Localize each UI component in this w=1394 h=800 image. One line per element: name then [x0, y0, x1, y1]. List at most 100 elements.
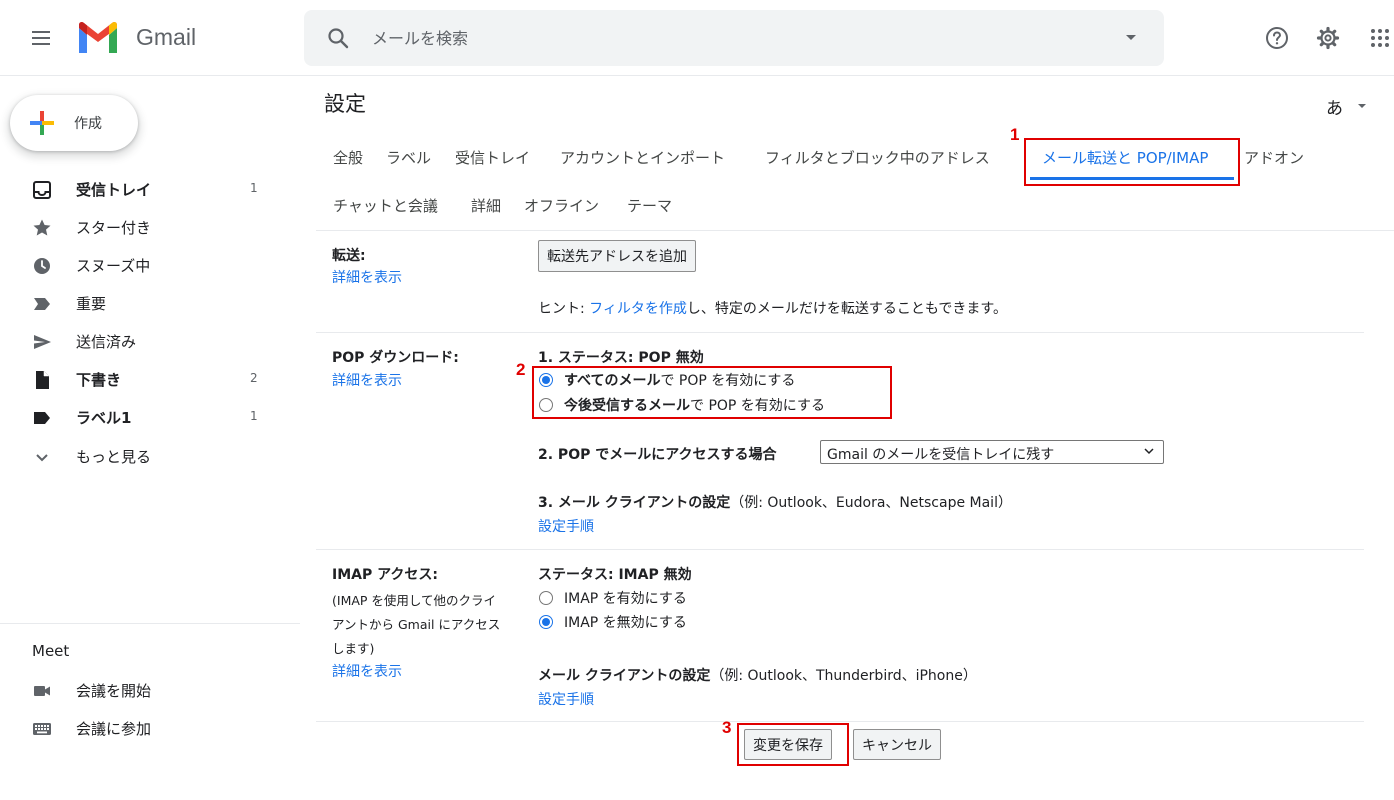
option-text: で POP を有効にする: [690, 398, 825, 414]
search-icon[interactable]: [326, 26, 350, 50]
pop-enable-future-option-label[interactable]: 今後受信するメールで POP を有効にする: [564, 395, 825, 415]
search-input[interactable]: [372, 24, 1092, 52]
sidebar-item-inbox[interactable]: 受信トレイ 1: [0, 173, 290, 205]
pop-access-action-select[interactable]: Gmail のメールを受信トレイに残す: [820, 440, 1164, 464]
tab-labels[interactable]: ラベル: [386, 147, 431, 168]
tab-inbox[interactable]: 受信トレイ: [455, 147, 530, 168]
imap-enable-radio[interactable]: [539, 591, 553, 605]
section-divider: [316, 332, 1364, 333]
sidebar-item-label: スター付き: [76, 219, 152, 237]
hint-suffix: し、特定のメールだけを転送することもできます。: [686, 301, 1007, 317]
sidebar-item-label1[interactable]: ラベル1 1: [0, 401, 290, 433]
imap-enable-option-label[interactable]: IMAP を有効にする: [564, 588, 687, 608]
label-tag-icon: [34, 412, 50, 424]
imap-details-link[interactable]: 詳細を表示: [332, 661, 402, 681]
sidebar-item-label: もっと見る: [76, 448, 152, 466]
pop-access-label: 2. POP でメールにアクセスする場合: [538, 447, 777, 463]
compose-button[interactable]: 作成: [10, 95, 138, 151]
sidebar-item-label: 受信トレイ: [76, 181, 152, 199]
meet-item-start-meeting[interactable]: 会議を開始: [0, 674, 290, 706]
compose-plus-icon: [30, 111, 54, 135]
search-options-caret-icon[interactable]: [1126, 35, 1136, 40]
imap-status: ステータス: IMAP 無効: [538, 567, 692, 583]
sidebar-item-important[interactable]: 重要: [0, 287, 290, 319]
star-icon: [33, 219, 51, 236]
tab-general[interactable]: 全般: [333, 147, 363, 168]
imap-setup-instructions-link[interactable]: 設定手順: [538, 689, 594, 709]
tab-chat-meet[interactable]: チャットと会議: [333, 195, 438, 216]
sidebar-item-more[interactable]: もっと見る: [0, 440, 290, 472]
imap-description-line: します): [332, 641, 375, 656]
cancel-button[interactable]: キャンセル: [853, 729, 941, 760]
imap-description-line: (IMAP を使用して他のクライ: [332, 593, 497, 608]
sidebar-item-label: 重要: [76, 295, 107, 313]
pop-download-label: POP ダウンロード:: [332, 350, 459, 366]
pop-client-settings: 3. メール クライアントの設定（例: Outlook、Eudora、Netsc…: [538, 492, 1012, 512]
search-bar[interactable]: [304, 10, 1164, 66]
option-text: で POP を有効にする: [660, 373, 796, 389]
pop-setup-instructions-link[interactable]: 設定手順: [538, 516, 594, 536]
settings-gear-icon[interactable]: [1316, 26, 1340, 50]
tab-forwarding-pop-imap[interactable]: メール転送と POP/IMAP: [1042, 147, 1208, 168]
tab-advanced[interactable]: 詳細: [471, 195, 501, 216]
chevron-down-icon: [36, 454, 48, 462]
compose-label: 作成: [74, 116, 102, 132]
tab-addons[interactable]: アドオン: [1244, 147, 1304, 168]
create-filter-link[interactable]: フィルタを作成: [589, 301, 687, 317]
label-count: 1: [250, 409, 258, 423]
inbox-icon: [33, 181, 51, 199]
pop-enable-all-radio[interactable]: [539, 373, 553, 387]
tab-offline[interactable]: オフライン: [524, 195, 599, 216]
meet-item-join-meeting[interactable]: 会議に参加: [0, 712, 290, 744]
forwarding-details-link[interactable]: 詳細を表示: [332, 267, 402, 287]
tab-filters-blocked[interactable]: フィルタとブロック中のアドレス: [765, 147, 990, 168]
client-settings-label: メール クライアントの設定: [538, 668, 711, 684]
pop-status: 1. ステータス: POP 無効: [538, 350, 704, 366]
meet-item-label: 会議に参加: [76, 720, 152, 738]
input-tools-caret-icon[interactable]: [1358, 104, 1366, 108]
top-header: Gmail: [0, 0, 1394, 76]
imap-disable-radio[interactable]: [539, 615, 553, 629]
input-tools-button[interactable]: あ: [1326, 94, 1343, 119]
selected-option: Gmail のメールを受信トレイに残す: [827, 447, 1055, 463]
sidebar-item-starred[interactable]: スター付き: [0, 211, 290, 243]
sidebar-item-drafts[interactable]: 下書き 2: [0, 363, 290, 395]
important-marker-icon: [34, 298, 50, 310]
imap-disable-option-label[interactable]: IMAP を無効にする: [564, 612, 687, 632]
meet-divider: [0, 623, 300, 624]
tab-accounts-import[interactable]: アカウントとインポート: [560, 147, 725, 168]
sidebar-item-label: 送信済み: [76, 333, 137, 351]
pop-enable-future-radio[interactable]: [539, 398, 553, 412]
gmail-logo-icon[interactable]: [76, 20, 120, 56]
imap-description-line: アントから Gmail にアクセス: [332, 617, 501, 632]
meet-item-label: 会議を開始: [76, 682, 152, 700]
meet-section-title: Meet: [32, 642, 70, 660]
imap-access-label: IMAP アクセス:: [332, 567, 439, 583]
help-icon[interactable]: [1265, 26, 1289, 50]
add-forwarding-address-button[interactable]: 転送先アドレスを追加: [538, 240, 696, 272]
tab-themes[interactable]: テーマ: [627, 195, 672, 216]
annotation-step2-number: 2: [516, 360, 526, 379]
unread-count: 1: [250, 181, 258, 195]
section-divider: [316, 721, 1364, 722]
main-menu-icon[interactable]: [30, 27, 52, 49]
draft-document-icon: [36, 371, 49, 389]
sidebar-item-sent[interactable]: 送信済み: [0, 325, 290, 357]
sidebar-item-label: 下書き: [76, 371, 122, 389]
draft-count: 2: [250, 371, 258, 385]
save-changes-button[interactable]: 変更を保存: [744, 729, 832, 760]
send-icon: [34, 335, 51, 349]
chevron-down-icon: [1144, 448, 1154, 455]
pop-enable-all-option-label[interactable]: すべてのメールで POP を有効にする: [564, 370, 795, 390]
clock-icon: [34, 258, 50, 274]
apps-grid-icon[interactable]: [1368, 26, 1392, 50]
video-camera-icon: [34, 686, 50, 696]
client-examples: （例: Outlook、Eudora、Netscape Mail）: [730, 495, 1012, 511]
page-title: 設定: [324, 92, 366, 116]
sidebar-item-snoozed[interactable]: スヌーズ中: [0, 249, 290, 281]
client-settings-label: 3. メール クライアントの設定: [538, 495, 731, 511]
section-divider: [316, 549, 1364, 550]
gmail-wordmark[interactable]: Gmail: [136, 24, 196, 51]
keyboard-icon: [33, 723, 51, 735]
pop-details-link[interactable]: 詳細を表示: [332, 370, 402, 390]
